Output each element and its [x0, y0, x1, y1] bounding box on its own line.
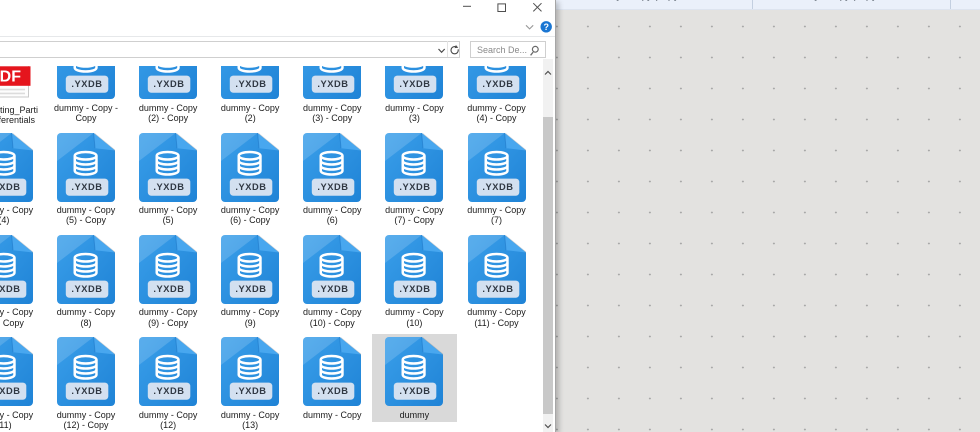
svg-text:.YXDB: .YXDB	[318, 79, 349, 89]
svg-text:.YXDB: .YXDB	[71, 181, 102, 191]
svg-text:.YXDB: .YXDB	[482, 181, 513, 191]
svg-text:.YXDB: .YXDB	[400, 386, 431, 396]
svg-text:.YXDB: .YXDB	[71, 79, 102, 89]
svg-text:.YXDB: .YXDB	[236, 79, 267, 89]
svg-text:.YXDB: .YXDB	[318, 181, 349, 191]
svg-text:.YXDB: .YXDB	[0, 181, 20, 191]
svg-text:.YXDB: .YXDB	[400, 79, 431, 89]
svg-text:.YXDB: .YXDB	[236, 386, 267, 396]
svg-text:.YXDB: .YXDB	[482, 284, 513, 294]
svg-text:.YXDB: .YXDB	[154, 284, 185, 294]
svg-text:.YXDB: .YXDB	[71, 386, 102, 396]
svg-text:.YXDB: .YXDB	[482, 79, 513, 89]
svg-text:.YXDB: .YXDB	[400, 284, 431, 294]
svg-text:.YXDB: .YXDB	[0, 386, 20, 396]
svg-text:.YXDB: .YXDB	[71, 284, 102, 294]
svg-text:PDF: PDF	[0, 69, 21, 86]
svg-text:.YXDB: .YXDB	[236, 284, 267, 294]
svg-text:.YXDB: .YXDB	[0, 284, 20, 294]
svg-text:.YXDB: .YXDB	[318, 386, 349, 396]
svg-text:?: ?	[543, 22, 549, 32]
svg-text:.YXDB: .YXDB	[318, 284, 349, 294]
svg-text:.YXDB: .YXDB	[236, 181, 267, 191]
svg-text:.YXDB: .YXDB	[154, 181, 185, 191]
svg-text:.YXDB: .YXDB	[154, 79, 185, 89]
svg-text:.YXDB: .YXDB	[154, 386, 185, 396]
svg-text:.YXDB: .YXDB	[400, 181, 431, 191]
